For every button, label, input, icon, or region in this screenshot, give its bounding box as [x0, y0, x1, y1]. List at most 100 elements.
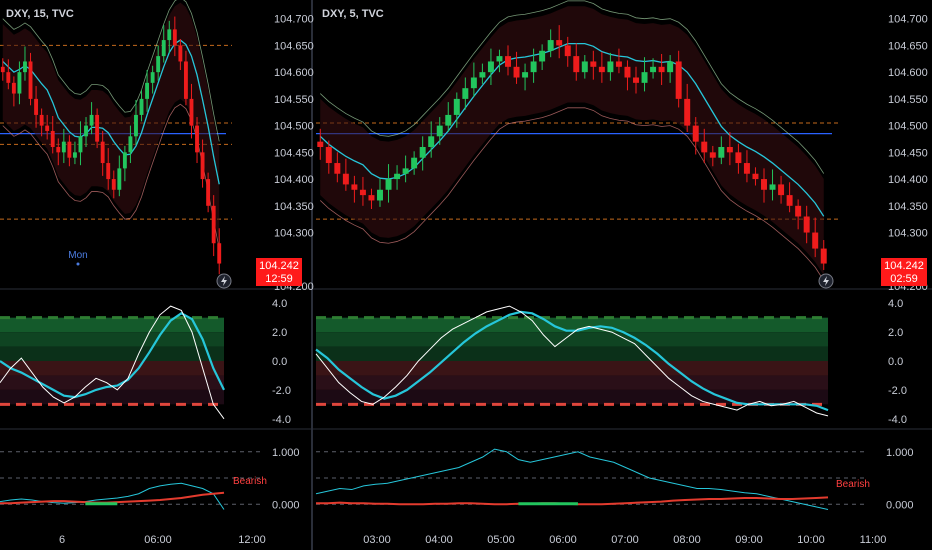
signal-red-line: [0, 491, 225, 505]
right-last-price: 104.242: [884, 260, 924, 272]
price-tick-label: 104.300: [274, 228, 314, 240]
candle-body: [633, 77, 639, 83]
left-signal-pane[interactable]: [0, 451, 264, 510]
candle-body: [530, 61, 537, 73]
left-countdown: 12:59: [265, 273, 293, 285]
signal-tick-label: 1.000: [272, 447, 300, 459]
candle-body: [778, 184, 785, 196]
time-tick-label: 07:00: [611, 534, 639, 546]
candle-body: [178, 45, 183, 62]
price-tick-label: 104.300: [888, 228, 928, 240]
session-marker-dot: [76, 262, 80, 266]
candle-body: [394, 173, 401, 180]
oscillator-zone-band: [0, 332, 224, 347]
candle-body: [675, 61, 682, 99]
candle-body: [317, 141, 324, 147]
candle-body: [496, 56, 503, 62]
candle-body: [581, 61, 588, 73]
left-price-pane[interactable]: [0, 0, 232, 275]
envelope-band: [320, 6, 824, 276]
candle-body: [752, 173, 759, 180]
price-tick-label: 104.450: [888, 147, 928, 159]
candle-body: [78, 136, 83, 153]
signal-tick-label: 0.000: [272, 499, 300, 511]
right-price-pane[interactable]: [316, 0, 838, 281]
oscillator-tick-label: 0.0: [272, 356, 287, 368]
candle-body: [726, 147, 733, 153]
candle-body: [786, 195, 793, 206]
candle-body: [342, 173, 349, 185]
right-oscillator-pane[interactable]: [315, 305, 829, 417]
right-price-axis[interactable]: 104.700 104.650 104.600 104.550 104.500 104.4…: [888, 14, 928, 293]
candle-body: [95, 114, 100, 142]
oscillator-tick-label: -2.0: [888, 385, 907, 397]
candle-body: [206, 179, 211, 206]
price-tick-label: 104.400: [274, 174, 314, 186]
candle-body: [624, 66, 631, 78]
price-tick-label: 104.550: [274, 94, 314, 106]
left-price-axis[interactable]: 104.700 104.650 104.600 104.550 104.500 104.4…: [274, 14, 314, 293]
oscillator-tick-label: -2.0: [272, 385, 291, 397]
price-tick-label: 104.650: [888, 40, 928, 52]
candle-body: [607, 61, 614, 73]
candle-body: [39, 114, 44, 126]
oscillator-tick-label: 2.0: [272, 327, 287, 339]
candle-body: [743, 163, 750, 174]
candle-body: [28, 61, 33, 99]
candle-body: [769, 184, 776, 190]
time-tick-label: 6: [59, 534, 65, 546]
chart-stage: DXY, 15, TVC DXY, 5, TVC 104.700104.6501…: [0, 0, 932, 550]
candle-body: [100, 141, 105, 164]
oscillator-tick-label: 2.0: [888, 327, 903, 339]
candle-body: [658, 66, 665, 73]
left-chart-title: DXY, 15, TVC: [6, 8, 74, 20]
candle-body: [167, 29, 172, 41]
candle-body: [50, 130, 55, 147]
signal-tick-label: 0.000: [886, 499, 914, 511]
candle-body: [156, 56, 161, 73]
signal-axis[interactable]: 1.000 1.000 0.000 0.000: [272, 447, 914, 512]
candle-body: [402, 168, 409, 174]
candle-body: [172, 29, 177, 46]
oscillator-zone-band: [0, 361, 224, 376]
candle-body: [479, 72, 486, 78]
time-tick-label: 08:00: [673, 534, 701, 546]
candle-body: [684, 98, 691, 126]
oscillator-zone-band: [316, 375, 828, 390]
time-tick-label: 03:00: [363, 534, 391, 546]
lightning-icon[interactable]: [216, 273, 232, 289]
candle-body: [735, 152, 742, 164]
candle-body: [122, 152, 127, 169]
price-tick-label: 104.500: [274, 121, 314, 133]
time-tick-label: 04:00: [425, 534, 453, 546]
right-signal-pane[interactable]: [315, 448, 868, 510]
candle-body: [368, 195, 375, 201]
candle-body: [795, 205, 802, 217]
candle-body: [590, 61, 597, 67]
right-countdown: 02:59: [890, 273, 918, 285]
candle-body: [0, 66, 5, 73]
candle-body: [709, 152, 716, 158]
lightning-icon[interactable]: [818, 273, 834, 289]
candle-body: [72, 152, 77, 158]
candle-body: [803, 216, 810, 233]
candle-body: [6, 72, 11, 83]
candle-body: [453, 98, 460, 115]
candle-body: [513, 66, 520, 78]
candle-body: [556, 40, 563, 46]
oscillator-tick-label: 4.0: [888, 298, 903, 310]
time-axis[interactable]: 6 06:00 12:00 03:00 04:00 05:00 06:00 07:00 08:0…: [59, 534, 886, 546]
candle-body: [650, 66, 657, 73]
oscillator-tick-label: 0.0: [888, 356, 903, 368]
candle-body: [325, 147, 332, 164]
left-oscillator-pane[interactable]: [0, 305, 225, 420]
signal-cyan-line: [315, 448, 829, 510]
candle-body: [89, 114, 94, 126]
candle-body: [351, 184, 358, 190]
left-last-price: 104.242: [259, 260, 299, 272]
candle-body: [641, 72, 648, 83]
time-tick-label: 09:00: [735, 534, 763, 546]
candle-body: [217, 243, 222, 264]
candle-body: [547, 40, 554, 51]
candle-body: [183, 61, 188, 99]
